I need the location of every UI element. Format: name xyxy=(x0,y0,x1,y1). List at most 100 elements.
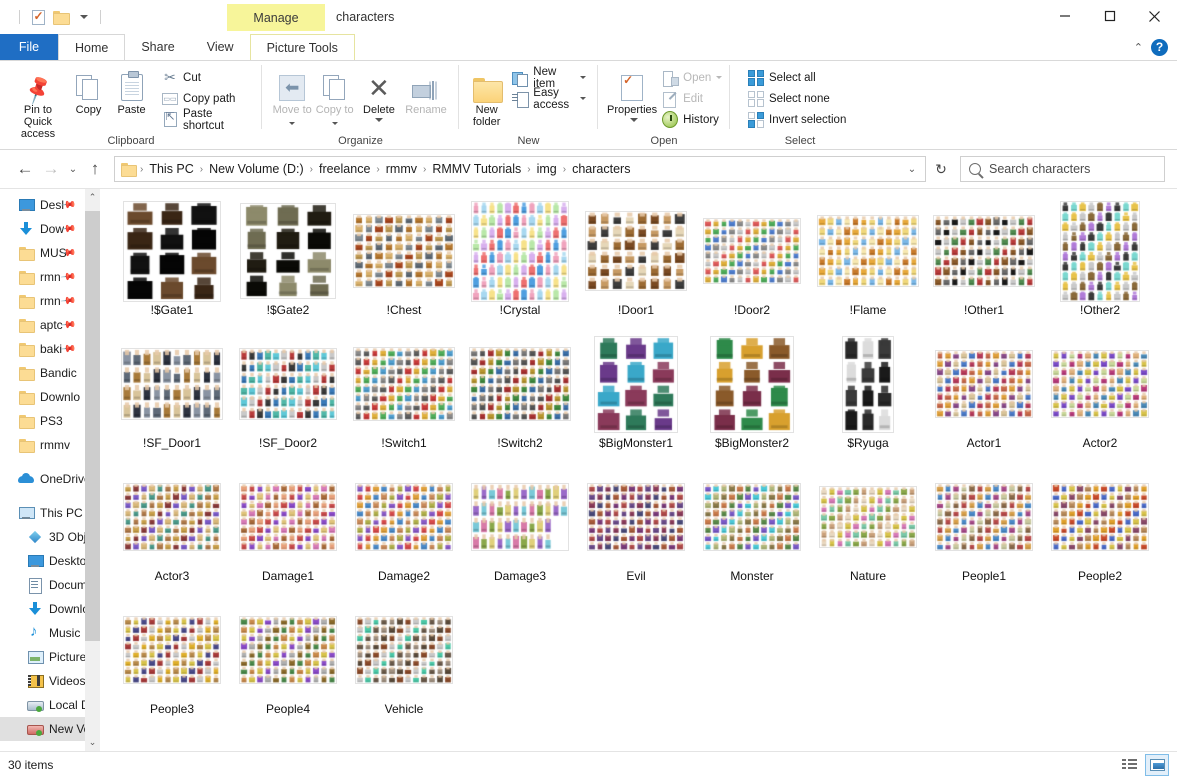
history-button[interactable]: History xyxy=(659,110,725,129)
copy-to-button[interactable]: Copy to xyxy=(313,65,355,128)
breadcrumb-bar[interactable]: › This PC › New Volume (D:) › freelance … xyxy=(114,156,926,182)
open-button[interactable]: Open xyxy=(659,68,725,87)
file-item[interactable]: !Door1 xyxy=(578,201,694,334)
tab-home[interactable]: Home xyxy=(58,34,126,60)
move-to-dropdown-icon[interactable] xyxy=(289,122,296,125)
breadcrumb-dropdown-icon[interactable]: ⌄ xyxy=(901,164,923,175)
collapse-ribbon-icon[interactable]: ⌃ xyxy=(1134,41,1143,54)
properties-dropdown-icon[interactable] xyxy=(629,118,638,122)
file-item[interactable]: $BigMonster1 xyxy=(578,334,694,467)
scroll-down-arrow-icon[interactable]: ⌄ xyxy=(85,734,100,751)
new-folder-icon[interactable] xyxy=(49,6,71,28)
file-item[interactable]: !Chest xyxy=(346,201,462,334)
file-item[interactable]: People3 xyxy=(114,600,230,733)
scroll-up-arrow-icon[interactable]: ⌃ xyxy=(85,189,100,206)
file-item[interactable]: !Crystal xyxy=(462,201,578,334)
file-item[interactable]: Damage3 xyxy=(462,467,578,600)
file-item[interactable]: Vehicle xyxy=(346,600,462,733)
breadcrumb-item-3[interactable]: rmmv xyxy=(381,162,422,176)
new-item-dropdown-icon[interactable] xyxy=(580,76,586,79)
breadcrumb-item-0[interactable]: This PC xyxy=(144,162,198,176)
paste-shortcut-button[interactable]: Paste shortcut xyxy=(159,108,253,132)
breadcrumb-item-2[interactable]: freelance xyxy=(314,162,375,176)
file-item[interactable]: Actor1 xyxy=(926,334,1042,467)
file-item[interactable]: !$Gate2 xyxy=(230,201,346,334)
invert-selection-button[interactable]: Invert selection xyxy=(745,110,849,129)
file-item[interactable]: !$Gate1 xyxy=(114,201,230,334)
file-item[interactable]: !Other1 xyxy=(926,201,1042,334)
recent-locations-button[interactable]: ⌄ xyxy=(64,156,82,182)
file-item[interactable]: People2 xyxy=(1042,467,1158,600)
search-box[interactable]: Search characters xyxy=(960,156,1165,182)
edit-button[interactable]: Edit xyxy=(659,89,725,108)
rename-button[interactable]: Rename xyxy=(402,65,450,116)
select-none-button[interactable]: Select none xyxy=(745,89,849,108)
file-item[interactable]: Evil xyxy=(578,467,694,600)
scrollbar-thumb[interactable] xyxy=(85,211,100,641)
copy-button[interactable]: Copy xyxy=(67,65,110,116)
search-input[interactable]: Search characters xyxy=(989,162,1090,176)
navigation-scrollbar[interactable]: ⌃ ⌄ xyxy=(85,189,100,751)
copy-to-dropdown-icon[interactable] xyxy=(331,122,338,125)
refresh-button[interactable]: ↻ xyxy=(926,156,956,182)
new-item-button[interactable]: New item xyxy=(509,66,589,90)
file-item[interactable]: People4 xyxy=(230,600,346,733)
tab-file[interactable]: File xyxy=(0,34,58,60)
properties-button[interactable]: Properties xyxy=(607,65,657,122)
delete-dropdown-icon[interactable] xyxy=(374,118,383,122)
file-item[interactable]: Damage2 xyxy=(346,467,462,600)
back-button[interactable]: ← xyxy=(12,156,38,182)
paste-button[interactable]: Paste xyxy=(110,65,153,116)
file-item[interactable]: Monster xyxy=(694,467,810,600)
details-view-button[interactable] xyxy=(1117,754,1141,776)
file-item[interactable]: !Switch2 xyxy=(462,334,578,467)
easy-access-button[interactable]: Easy access xyxy=(509,87,589,111)
new-folder-button[interactable]: New folder xyxy=(468,65,505,128)
breadcrumb-item-4[interactable]: RMMV Tutorials xyxy=(427,162,526,176)
contextual-tab-manage[interactable]: Manage xyxy=(227,4,325,31)
tab-share[interactable]: Share xyxy=(125,34,190,60)
help-icon[interactable]: ? xyxy=(1151,38,1168,56)
file-item[interactable]: !Flame xyxy=(810,201,926,334)
pin-icon[interactable]: 📌 xyxy=(60,341,77,357)
minimize-button[interactable] xyxy=(1042,0,1087,32)
up-button[interactable]: ↑ xyxy=(82,156,108,182)
navigation-pane: Desl 📌 Dow 📌 MUS 📌 rmn 📌 rmn 📌 aptc 📌 baki 📌 Bandic Dow… xyxy=(0,189,100,751)
open-dropdown-icon[interactable] xyxy=(716,76,723,79)
customize-dropdown-icon[interactable] xyxy=(71,6,93,28)
file-item[interactable]: !SF_Door2 xyxy=(230,334,346,467)
file-item[interactable]: Actor2 xyxy=(1042,334,1158,467)
copy-path-button[interactable]: ▭▭ Copy path xyxy=(159,89,253,108)
file-item[interactable]: $Ryuga xyxy=(810,334,926,467)
breadcrumb-item-5[interactable]: img xyxy=(532,162,562,176)
pin-to-quick-access-button[interactable]: 📌 Pin to Quick access xyxy=(9,65,67,140)
file-name-label: Damage2 xyxy=(377,569,431,583)
pin-icon[interactable]: 📌 xyxy=(60,293,77,309)
file-list-view[interactable]: !$Gate1 !$Gate2 !Chest !Crystal !Door1 !Door2… xyxy=(100,189,1177,751)
maximize-button[interactable] xyxy=(1087,0,1132,32)
tab-picture-tools[interactable]: Picture Tools xyxy=(249,34,355,60)
delete-button[interactable]: ✕ Delete xyxy=(356,65,402,122)
file-item[interactable]: Actor3 xyxy=(114,467,230,600)
close-button[interactable] xyxy=(1132,0,1177,32)
tab-view[interactable]: View xyxy=(191,34,250,60)
file-item[interactable]: Nature xyxy=(810,467,926,600)
move-to-icon: ⬅ xyxy=(279,75,306,101)
pin-icon[interactable]: 📌 xyxy=(60,269,77,285)
file-item[interactable]: !Door2 xyxy=(694,201,810,334)
easy-access-dropdown-icon[interactable] xyxy=(580,97,586,100)
file-item[interactable]: People1 xyxy=(926,467,1042,600)
breadcrumb-item-1[interactable]: New Volume (D:) xyxy=(204,162,308,176)
move-to-button[interactable]: ⬅ Move to xyxy=(271,65,313,128)
file-item[interactable]: !Switch1 xyxy=(346,334,462,467)
select-all-button[interactable]: Select all xyxy=(745,68,849,87)
file-item[interactable]: !SF_Door1 xyxy=(114,334,230,467)
forward-button[interactable]: → xyxy=(38,156,64,182)
file-item[interactable]: $BigMonster2 xyxy=(694,334,810,467)
file-item[interactable]: !Other2 xyxy=(1042,201,1158,334)
properties-icon[interactable] xyxy=(27,6,49,28)
file-item[interactable]: Damage1 xyxy=(230,467,346,600)
breadcrumb-item-6[interactable]: characters xyxy=(567,162,635,176)
large-icons-view-button[interactable] xyxy=(1145,753,1169,776)
cut-button[interactable]: ✂ Cut xyxy=(159,68,253,87)
